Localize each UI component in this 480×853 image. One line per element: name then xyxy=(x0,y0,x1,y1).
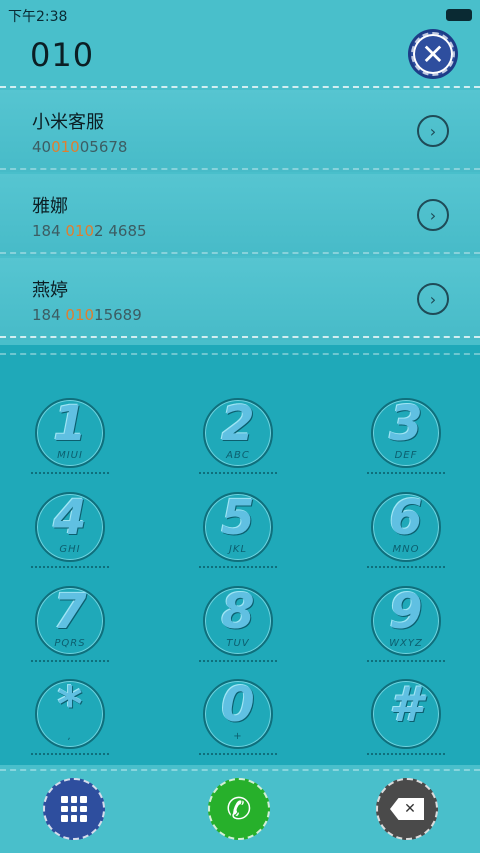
call-button[interactable]: ✆ xyxy=(208,778,270,840)
status-time: 下午2:38 xyxy=(8,9,68,25)
dial-header: 010 ✕ xyxy=(0,28,480,84)
battery-icon xyxy=(446,9,472,21)
chevron-right-icon: › xyxy=(429,121,437,141)
chevron-right-icon: › xyxy=(429,205,437,225)
clear-button[interactable]: ✕ xyxy=(411,32,455,76)
stitch-divider xyxy=(0,86,480,88)
backspace-icon: ✕ xyxy=(390,798,424,820)
contact-number: 4001005678 xyxy=(32,138,128,156)
stitch-divider xyxy=(0,353,480,355)
key-2[interactable]: 2 ABC xyxy=(193,390,283,480)
close-icon: ✕ xyxy=(421,37,445,71)
delete-button[interactable]: ✕ xyxy=(376,778,438,840)
contact-number: 184 01015689 xyxy=(32,306,142,324)
contact-name: 燕婷 xyxy=(32,280,68,301)
key-8[interactable]: 8 TUV xyxy=(193,578,283,668)
toggle-keypad-button[interactable] xyxy=(43,778,105,840)
contact-row[interactable]: 小米客服 4001005678 › xyxy=(0,90,480,172)
stitch-divider xyxy=(0,252,480,254)
dial-keypad: 1 MIUI 2 ABC 3 DEF 4 GHI 5 JKL 6 MNO 7 P… xyxy=(0,345,480,765)
key-3[interactable]: 3 DEF xyxy=(361,390,451,480)
contact-name: 小米客服 xyxy=(32,112,104,133)
key-5[interactable]: 5 JKL xyxy=(193,484,283,574)
contact-row[interactable]: 雅娜 184 0102 4685 › xyxy=(0,174,480,256)
keypad-grid-icon xyxy=(61,796,87,822)
contact-detail-button[interactable]: › xyxy=(417,115,449,147)
dialed-number: 010 xyxy=(30,36,95,74)
key-9[interactable]: 9 WXYZ xyxy=(361,578,451,668)
stitch-divider xyxy=(0,168,480,170)
key-0[interactable]: 0 + xyxy=(193,671,283,761)
contact-detail-button[interactable]: › xyxy=(417,199,449,231)
chevron-right-icon: › xyxy=(429,289,437,309)
contact-row[interactable]: 燕婷 184 01015689 › xyxy=(0,258,480,340)
contact-detail-button[interactable]: › xyxy=(417,283,449,315)
key-7[interactable]: 7 PQRS xyxy=(25,578,115,668)
stitch-divider xyxy=(0,336,480,338)
phone-icon: ✆ xyxy=(226,791,252,827)
key-star[interactable]: * , xyxy=(25,671,115,761)
key-1[interactable]: 1 MIUI xyxy=(25,390,115,480)
bottom-action-bar: ✆ ✕ xyxy=(0,765,480,853)
contact-name: 雅娜 xyxy=(32,196,68,217)
key-6[interactable]: 6 MNO xyxy=(361,484,451,574)
key-4[interactable]: 4 GHI xyxy=(25,484,115,574)
stitch-divider xyxy=(0,769,480,771)
key-hash[interactable]: # xyxy=(361,671,451,761)
status-bar: 下午2:38 xyxy=(0,0,480,28)
contact-number: 184 0102 4685 xyxy=(32,222,147,240)
